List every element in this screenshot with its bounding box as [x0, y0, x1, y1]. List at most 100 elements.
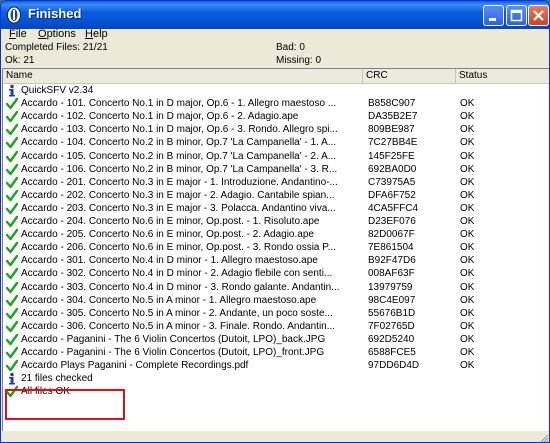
- info-icon: [6, 84, 18, 97]
- status-value: OK: [460, 360, 475, 372]
- crc-value: 7F02765D: [368, 320, 415, 332]
- list-item[interactable]: Accardo - 105. Concerto No.2 in B minor,…: [3, 150, 549, 163]
- minimize-button[interactable]: [483, 5, 504, 26]
- file-name: Accardo - 205. Concerto No.6 in E minor,…: [21, 229, 314, 241]
- list-item[interactable]: Accardo - 102. Concerto No.1 in D major,…: [3, 110, 549, 123]
- crc-value: 008AF63F: [368, 268, 415, 280]
- bad-count: Bad: 0: [276, 42, 305, 53]
- file-name: Accardo - 101. Concerto No.1 in D major,…: [21, 98, 337, 110]
- close-icon: [533, 10, 544, 21]
- crc-value: 692D5240: [368, 333, 415, 345]
- list-item[interactable]: Accardo - 206. Concerto No.6 in E minor,…: [3, 241, 549, 254]
- list-item[interactable]: Accardo - 303. Concerto No.4 in D minor …: [3, 281, 549, 294]
- crc-value: 13979759: [368, 281, 413, 293]
- file-name: Accardo - 102. Concerto No.1 in D major,…: [21, 111, 299, 123]
- file-name: Accardo - 103. Concerto No.1 in D major,…: [21, 124, 338, 136]
- app-window: Finished File Options Help Completed Fil…: [0, 0, 550, 443]
- status-value: OK: [460, 347, 475, 358]
- list-item[interactable]: Accardo - 304. Concerto No.5 in A minor …: [3, 294, 549, 307]
- list-item[interactable]: Accardo - Paganini - The 6 Violin Concer…: [3, 346, 549, 359]
- list-item[interactable]: QuickSFV v2.34: [3, 84, 549, 97]
- file-name: Accardo - 105. Concerto No.2 in B minor,…: [21, 150, 337, 162]
- status-value: OK: [460, 150, 475, 162]
- status-bar: [2, 431, 549, 443]
- list-item[interactable]: Accardo - 104. Concerto No.2 in B minor,…: [3, 136, 549, 149]
- column-header-crc[interactable]: CRC: [363, 69, 456, 83]
- status-value: OK: [460, 268, 475, 280]
- list-item[interactable]: Accardo - 205. Concerto No.6 in E minor,…: [3, 228, 549, 241]
- crc-value: 55676B1D: [368, 307, 416, 319]
- check-icon: [5, 359, 19, 372]
- list-item[interactable]: Accardo - 201. Concerto No.3 in E major …: [3, 176, 549, 189]
- crc-value: B92F47D6: [368, 255, 416, 267]
- list-item[interactable]: 21 files checked: [3, 372, 549, 385]
- file-name: Accardo - 302. Concerto No.4 in D minor …: [21, 268, 333, 280]
- file-name: Accardo - Paganini - The 6 Violin Concer…: [21, 347, 325, 358]
- check-icon: [5, 176, 19, 189]
- status-value: OK: [460, 137, 475, 149]
- menu-file[interactable]: File: [9, 28, 27, 40]
- file-name: QuickSFV v2.34: [21, 85, 94, 96]
- check-icon: [5, 228, 19, 241]
- check-icon: [5, 333, 19, 346]
- maximize-button[interactable]: [506, 5, 527, 26]
- app-icon: [7, 6, 21, 24]
- results-list[interactable]: Name CRC Status QuickSFV v2.34 Accardo - …: [2, 68, 549, 431]
- menu-help[interactable]: Help: [85, 28, 108, 40]
- check-icon: [5, 254, 19, 267]
- crc-value: 98C4E097: [368, 294, 416, 306]
- list-item[interactable]: Accardo Plays Paganini - Complete Record…: [3, 359, 549, 372]
- crc-value: 6588FCE5: [368, 347, 416, 358]
- highlight-box: [5, 389, 125, 420]
- file-name: Accardo - 203. Concerto No.3 in E major …: [21, 202, 336, 214]
- status-value: OK: [460, 281, 475, 293]
- status-value: OK: [460, 216, 475, 227]
- title-bar[interactable]: Finished: [1, 1, 549, 29]
- status-value: OK: [460, 242, 475, 254]
- check-icon: [5, 267, 19, 280]
- crc-value: C73975A5: [368, 176, 416, 188]
- list-item[interactable]: Accardo - 305. Concerto No.5 in A minor …: [3, 307, 549, 320]
- column-header-name[interactable]: Name: [3, 69, 363, 83]
- list-item[interactable]: Accardo - 302. Concerto No.4 in D minor …: [3, 267, 549, 280]
- status-value: OK: [460, 163, 475, 175]
- close-button[interactable]: [528, 5, 549, 26]
- check-icon: [5, 346, 19, 359]
- check-icon: [5, 189, 19, 202]
- minimize-icon: [489, 18, 496, 21]
- list-item[interactable]: Accardo - 203. Concerto No.3 in E major …: [3, 202, 549, 215]
- file-name: Accardo - Paganini - The 6 Violin Concer…: [21, 333, 326, 345]
- menu-options[interactable]: Options: [38, 28, 76, 40]
- list-item[interactable]: Accardo - Paganini - The 6 Violin Concer…: [3, 333, 549, 346]
- list-item[interactable]: Accardo - 106. Concerto No.2 in B minor,…: [3, 163, 549, 176]
- file-name: Accardo - 303. Concerto No.4 in D minor …: [21, 281, 340, 293]
- list-item[interactable]: Accardo - 101. Concerto No.1 in D major,…: [3, 97, 549, 110]
- status-value: OK: [460, 255, 475, 267]
- check-icon: [5, 110, 19, 123]
- crc-value: DA35B2E7: [368, 111, 418, 123]
- list-item[interactable]: Accardo - 202. Concerto No.3 in E major …: [3, 189, 549, 202]
- check-icon: [5, 150, 19, 163]
- crc-value: 809BE987: [368, 124, 415, 136]
- crc-value: D23EF076: [368, 216, 416, 227]
- list-item[interactable]: Accardo - 301. Concerto No.4 in D minor …: [3, 254, 549, 267]
- menu-bar: File Options Help: [2, 28, 549, 42]
- list-item[interactable]: Accardo - 204. Concerto No.6 in E minor,…: [3, 215, 549, 228]
- resize-grip-icon[interactable]: [539, 433, 549, 443]
- check-icon: [5, 294, 19, 307]
- list-item[interactable]: Accardo - 103. Concerto No.1 in D major,…: [3, 123, 549, 136]
- crc-value: B858C907: [368, 98, 416, 110]
- crc-value: 692BA0D0: [368, 163, 417, 175]
- maximize-icon: [510, 9, 523, 22]
- status-value: OK: [460, 98, 475, 110]
- check-icon: [5, 97, 19, 110]
- list-item[interactable]: Accardo - 306. Concerto No.5 in A minor …: [3, 320, 549, 333]
- column-header-status[interactable]: Status: [456, 69, 549, 83]
- status-value: OK: [460, 111, 475, 123]
- file-name: Accardo - 204. Concerto No.6 in E minor,…: [21, 216, 320, 227]
- check-icon: [5, 163, 19, 176]
- crc-value: DFA6F752: [368, 189, 416, 201]
- file-name: Accardo - 305. Concerto No.5 in A minor …: [21, 307, 333, 319]
- info-icon: [6, 372, 18, 385]
- status-value: OK: [460, 294, 475, 306]
